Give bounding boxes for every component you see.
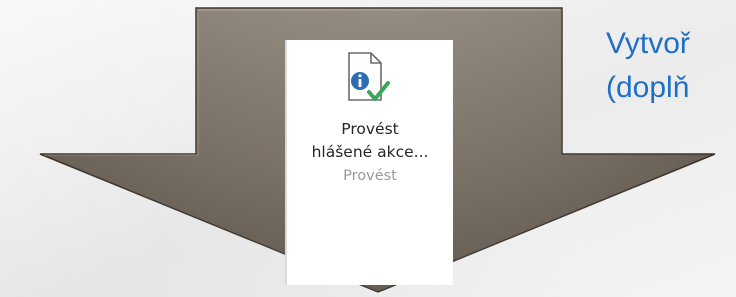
side-text-line-2: (doplň: [606, 71, 690, 104]
button-label-line-2: hlášené akce...: [311, 143, 429, 161]
perform-reported-actions-button[interactable]: Provést hlášené akce... Provést: [285, 40, 453, 285]
button-label-line-1: Provést: [341, 120, 399, 138]
ribbon-group-label: Provést: [343, 168, 397, 184]
document-info-check-icon: [348, 52, 390, 101]
side-text-line-1: Vytvoř: [606, 27, 690, 60]
